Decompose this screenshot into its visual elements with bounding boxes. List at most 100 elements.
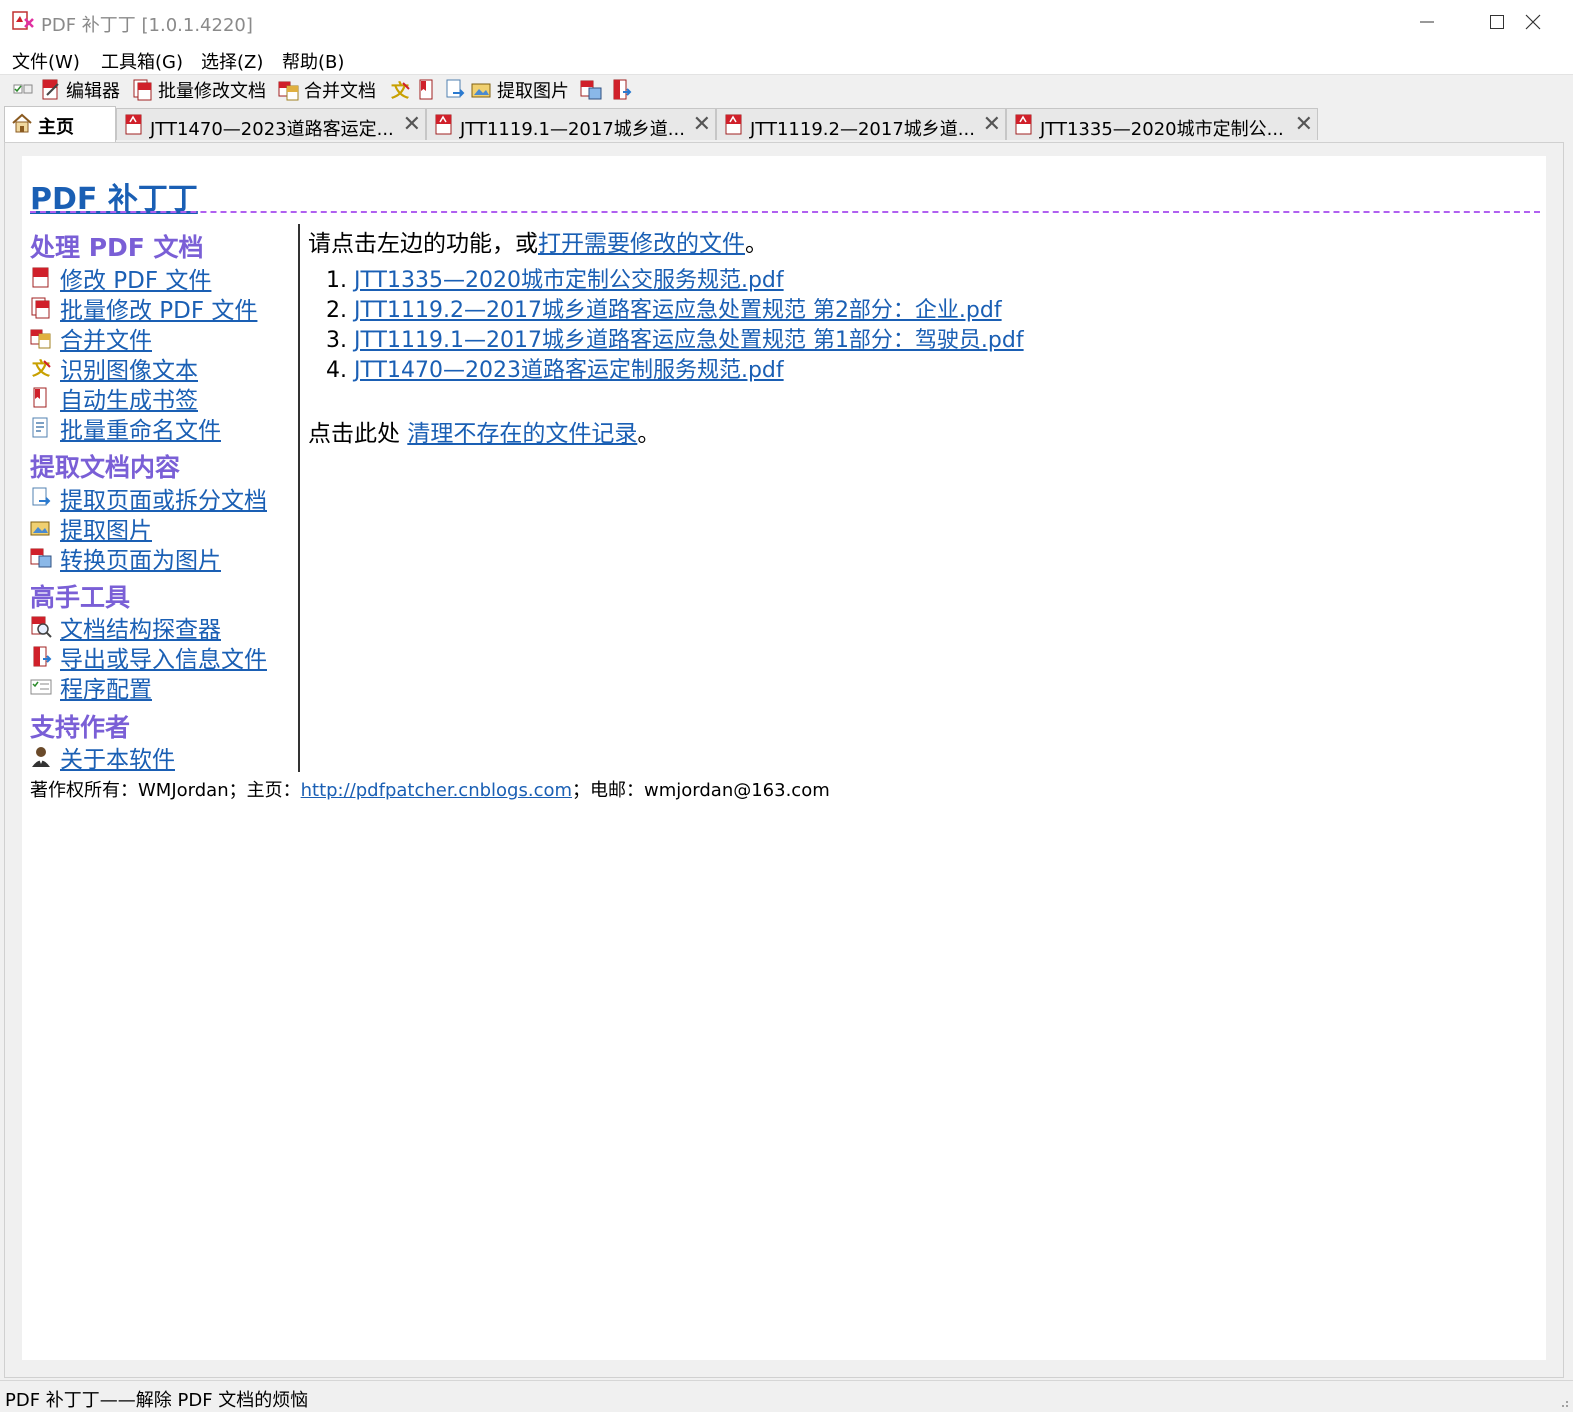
user-icon: [32, 747, 50, 767]
tab-document-2[interactable]: JTT1119.1—2017城乡道... ✕: [426, 108, 716, 140]
menu-toolbox[interactable]: 工具箱(G): [101, 48, 183, 74]
minimize-icon: [1420, 21, 1434, 23]
status-text: PDF 补丁丁——解除 PDF 文档的烦恼: [5, 1390, 309, 1411]
modify-pdf-link[interactable]: 修改 PDF 文件: [30, 261, 211, 295]
menu-select[interactable]: 选择(Z): [201, 48, 263, 74]
cleanup-prefix: 点击此处: [308, 421, 408, 447]
intro-prefix: 请点击左边的功能，或: [308, 231, 538, 257]
close-icon: [1525, 14, 1541, 30]
info-file-label[interactable]: 导出或导入信息文件: [60, 640, 267, 674]
tab-document-2-label: JTT1119.1—2017城乡道...: [460, 119, 685, 140]
about-link[interactable]: 关于本软件: [30, 740, 175, 774]
window-title: PDF 补丁丁 [1.0.1.4220]: [41, 15, 253, 36]
tab-home[interactable]: 主页: [4, 106, 116, 142]
bookmark-button[interactable]: [416, 77, 442, 103]
editor-button[interactable]: 编辑器: [40, 77, 120, 103]
extract-images-label: 提取图片: [497, 81, 569, 102]
copyright-footer: 著作权所有：WMJordan；主页：http://pdfpatcher.cnbl…: [30, 776, 830, 802]
merge-icon: [278, 81, 299, 101]
recent-file-number: 1.: [326, 268, 347, 293]
convert-pages-button[interactable]: [580, 77, 606, 103]
about-label[interactable]: 关于本软件: [60, 740, 175, 774]
open-file-link[interactable]: 打开需要修改的文件: [538, 231, 745, 257]
recent-file-link[interactable]: JTT1119.1—2017城乡道路客运应急处置规范 第1部分：驾驶员.pdf: [354, 328, 1024, 353]
auto-bookmark-label[interactable]: 自动生成书签: [60, 381, 198, 415]
footer-prefix: 著作权所有：WMJordan；主页：: [30, 780, 301, 801]
recent-file-number: 2.: [326, 298, 347, 323]
extract-images-label[interactable]: 提取图片: [60, 511, 152, 545]
merge-icon: [30, 329, 51, 349]
title-divider: [30, 211, 1540, 213]
ocr-icon: 文: [32, 358, 51, 379]
menu-bar: 文件(W) 工具箱(G) 选择(Z) 帮助(B): [0, 44, 1573, 74]
title-bar: PDF 补丁丁 [1.0.1.4220]: [0, 0, 1573, 44]
extract-pages-label[interactable]: 提取页面或拆分文档: [60, 481, 267, 515]
section-advanced-tools: 高手工具: [30, 583, 131, 612]
close-tab-icon[interactable]: ✕: [983, 112, 1001, 137]
pdf-icon: [125, 114, 142, 135]
modify-pdf-label[interactable]: 修改 PDF 文件: [60, 261, 211, 295]
batch-modify-button[interactable]: 批量修改文档: [132, 77, 266, 103]
checklist-icon: [13, 84, 33, 94]
rename-icon: [32, 417, 48, 438]
tab-document-1[interactable]: JTT1470—2023道路客运定... ✕: [116, 108, 426, 140]
intro-suffix: 。: [745, 231, 768, 257]
bookmark-icon: [419, 79, 433, 100]
close-button[interactable]: [1498, 0, 1568, 44]
extract-images-button[interactable]: 提取图片: [471, 77, 569, 103]
recent-file-link[interactable]: JTT1470—2023道路客运定制服务规范.pdf: [354, 358, 784, 383]
structure-inspector-label[interactable]: 文档结构探查器: [60, 610, 221, 644]
cleanup-link[interactable]: 清理不存在的文件记录: [407, 421, 637, 447]
toolbar-checkbox-button[interactable]: [12, 77, 38, 103]
resize-grip-icon[interactable]: [1557, 1396, 1569, 1408]
pdf-icon: [725, 114, 742, 135]
recent-file-item: 3. JTT1119.1—2017城乡道路客运应急处置规范 第1部分：驾驶员.p…: [326, 322, 1024, 354]
info-file-button[interactable]: [610, 77, 636, 103]
convert-pages-link[interactable]: 转换页面为图片: [30, 541, 221, 575]
pdf-icon: [435, 114, 452, 135]
batch-modify-pdf-label[interactable]: 批量修改 PDF 文件: [60, 291, 257, 325]
batch-rename-link[interactable]: 批量重命名文件: [30, 411, 221, 445]
convert-pages-label[interactable]: 转换页面为图片: [60, 541, 221, 575]
pdf-icon: [1015, 114, 1032, 135]
tab-document-3[interactable]: JTT1119.2—2017城乡道... ✕: [716, 108, 1006, 140]
pdf-icon: [32, 267, 49, 288]
app-logo-icon: [12, 11, 34, 30]
info-file-link[interactable]: 导出或导入信息文件: [30, 640, 267, 674]
ocr-icon: 文: [391, 80, 410, 101]
batch-rename-label[interactable]: 批量重命名文件: [60, 411, 221, 445]
merge-button[interactable]: 合并文档: [278, 77, 376, 103]
close-tab-icon[interactable]: ✕: [1295, 112, 1313, 137]
merge-files-label[interactable]: 合并文件: [60, 321, 152, 355]
convert-pages-icon: [30, 548, 52, 568]
section-extract-content: 提取文档内容: [30, 453, 181, 482]
homepage-link[interactable]: http://pdfpatcher.cnblogs.com: [301, 780, 572, 801]
ocr-button[interactable]: 文: [389, 77, 415, 103]
recent-file-link[interactable]: JTT1335—2020城市定制公交服务规范.pdf: [354, 268, 784, 293]
ocr-link[interactable]: 文 识别图像文本: [30, 351, 198, 385]
info-file-icon: [33, 646, 52, 667]
batch-modify-label: 批量修改文档: [158, 81, 266, 102]
auto-bookmark-link[interactable]: 自动生成书签: [30, 381, 198, 415]
structure-inspector-link[interactable]: 文档结构探查器: [30, 610, 221, 644]
extract-pages-link[interactable]: 提取页面或拆分文档: [30, 481, 267, 515]
batch-modify-pdf-link[interactable]: 批量修改 PDF 文件: [30, 291, 257, 325]
program-config-link[interactable]: 程序配置: [30, 670, 152, 704]
extract-pages-icon: [32, 487, 51, 506]
extract-pages-button[interactable]: [444, 77, 470, 103]
tab-document-3-label: JTT1119.2—2017城乡道...: [750, 119, 975, 140]
ocr-label[interactable]: 识别图像文本: [60, 351, 198, 385]
tab-document-4[interactable]: JTT1335—2020城市定制公... ✕: [1006, 108, 1318, 140]
home-page: PDF 补丁丁 处理 PDF 文档 修改 PDF 文件 批量修改 PDF 文件 …: [22, 156, 1546, 1360]
menu-help[interactable]: 帮助(B): [282, 48, 344, 74]
extract-images-link[interactable]: 提取图片: [30, 511, 152, 545]
menu-file[interactable]: 文件(W): [12, 48, 80, 74]
inspector-icon: [31, 616, 52, 638]
close-tab-icon[interactable]: ✕: [403, 112, 421, 137]
function-list: 处理 PDF 文档 修改 PDF 文件 批量修改 PDF 文件 合并文件 文 识…: [30, 224, 300, 774]
minimize-button[interactable]: [1392, 0, 1462, 44]
recent-file-link[interactable]: JTT1119.2—2017城乡道路客运应急处置规范 第2部分：企业.pdf: [354, 298, 1002, 323]
close-tab-icon[interactable]: ✕: [693, 112, 711, 137]
merge-files-link[interactable]: 合并文件: [30, 321, 152, 355]
program-config-label[interactable]: 程序配置: [60, 670, 152, 704]
